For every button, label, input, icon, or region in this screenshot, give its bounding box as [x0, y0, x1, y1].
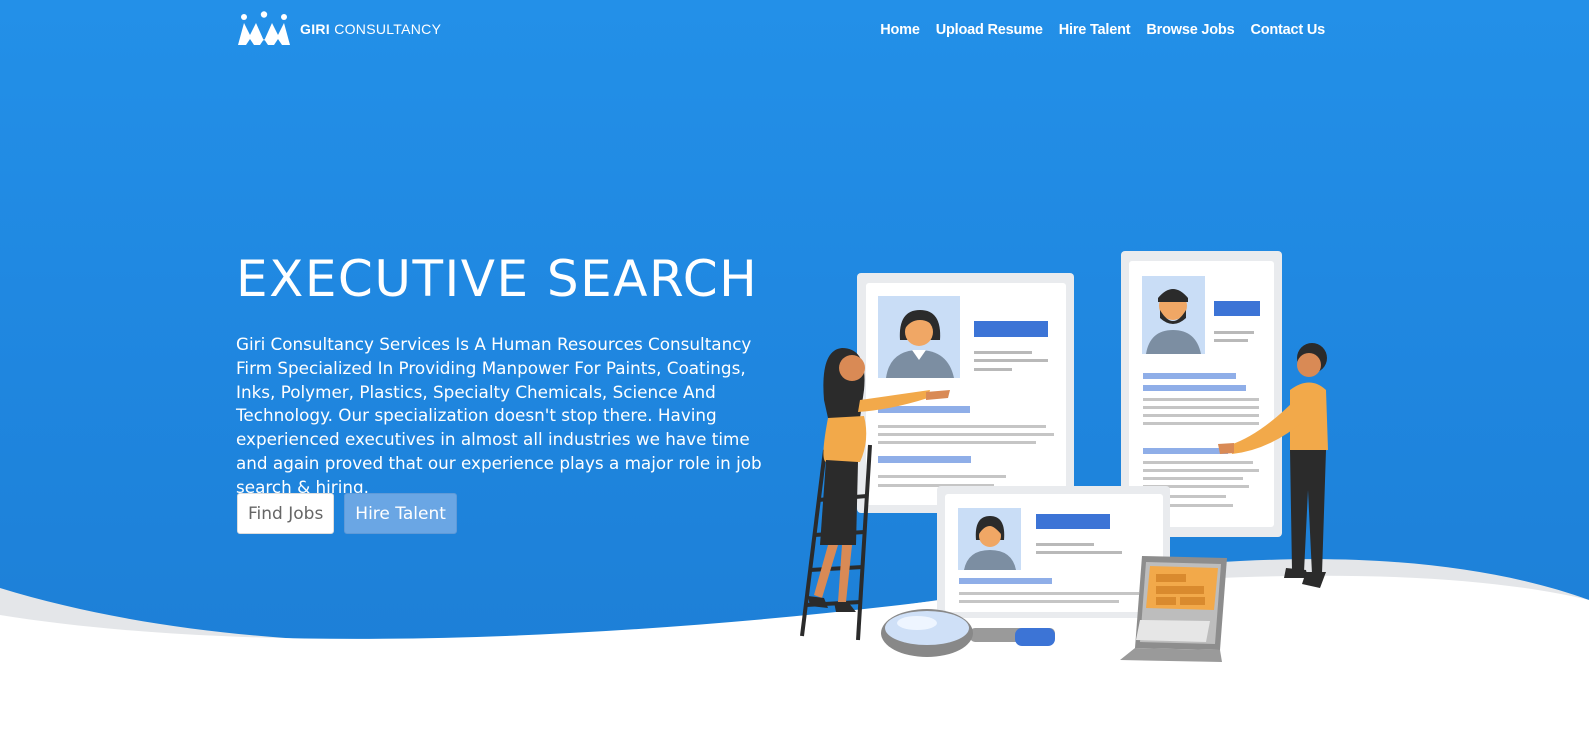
main-nav: Home Upload Resume Hire Talent Browse Jo… — [880, 22, 1325, 38]
find-jobs-button[interactable]: Find Jobs — [237, 493, 335, 534]
nav-contact-us[interactable]: Contact Us — [1250, 22, 1325, 38]
nav-upload-resume[interactable]: Upload Resume — [936, 22, 1043, 38]
hero-title: EXECUTIVE SEARCH — [236, 250, 759, 308]
brand-name: GIRI CONSULTANCY — [300, 21, 441, 37]
brand-name-bold: GIRI — [300, 21, 330, 37]
hero-actions: Find Jobs Hire Talent — [237, 493, 457, 534]
hire-talent-button[interactable]: Hire Talent — [344, 493, 457, 534]
brand-name-rest: CONSULTANCY — [334, 21, 442, 37]
nav-hire-talent[interactable]: Hire Talent — [1059, 22, 1131, 38]
nav-browse-jobs[interactable]: Browse Jobs — [1146, 22, 1234, 38]
resume-card-bottom — [937, 486, 1170, 618]
recruitment-illustration — [800, 251, 1328, 662]
site-logo[interactable]: GIRI CONSULTANCY — [236, 11, 441, 47]
people-crown-icon — [238, 11, 290, 45]
resume-card-left — [857, 273, 1074, 513]
hero-description: Giri Consultancy Services Is A Human Res… — [236, 334, 762, 497]
nav-home[interactable]: Home — [880, 22, 920, 38]
